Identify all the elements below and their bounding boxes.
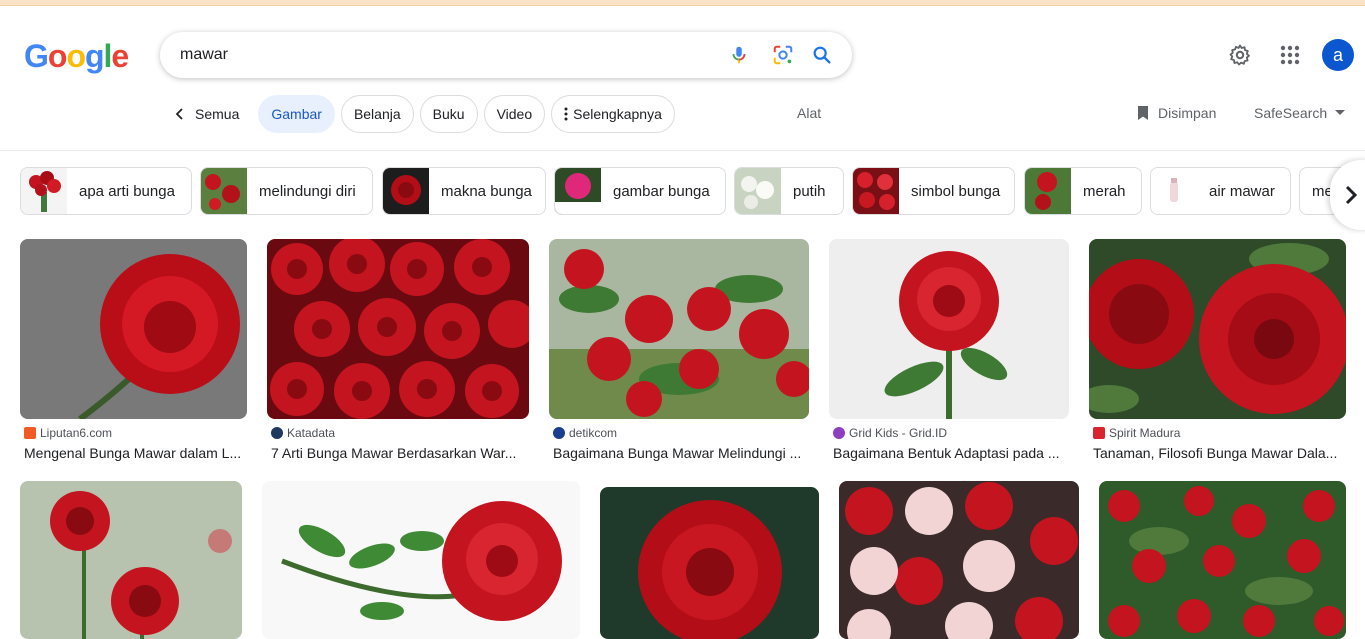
saved-label: Disimpan [1158, 105, 1217, 121]
chip-label: makna bunga [441, 182, 532, 200]
search-input[interactable] [180, 44, 700, 66]
chip-gambar-bunga[interactable]: gambar bunga [554, 167, 726, 215]
result-source: Grid Kids - Grid.ID [833, 426, 947, 440]
chip-thumbnail [1151, 168, 1197, 214]
tab-images[interactable]: Gambar [258, 95, 335, 133]
tab-shopping-label: Belanja [353, 106, 401, 122]
result-image [839, 481, 1079, 639]
gear-icon[interactable] [1228, 43, 1252, 67]
chip-melindungi-diri[interactable]: melindungi diri [200, 167, 373, 215]
tab-shopping[interactable]: Belanja [340, 95, 414, 133]
result-source-label: Liputan6.com [40, 426, 113, 440]
more-vert-icon [564, 107, 568, 121]
chip-apa-arti-bunga[interactable]: apa arti bunga [20, 167, 192, 215]
chevron-left-icon [175, 108, 183, 120]
favicon-icon [1093, 427, 1105, 439]
tab-videos[interactable]: Video [483, 95, 546, 133]
result-image [20, 481, 242, 639]
result-image [267, 239, 529, 419]
result-image [1089, 239, 1346, 419]
result-title[interactable]: Bagaimana Bunga Mawar Melindungi ... [553, 445, 809, 461]
result-source: detikcom [553, 426, 617, 440]
result-image [600, 487, 819, 639]
chip-label: merah [1083, 182, 1126, 200]
result-image [549, 239, 809, 419]
chip-thumbnail [853, 168, 899, 214]
chip-label: gambar bunga [613, 182, 710, 200]
tab-more-label: Selengkapnya [573, 106, 662, 122]
tab-images-label: Gambar [271, 106, 322, 122]
safesearch-button[interactable]: SafeSearch [1254, 105, 1346, 121]
chip-label: melindungi diri [259, 182, 356, 200]
chip-thumbnail [555, 168, 601, 214]
saved-button[interactable]: Disimpan [1136, 105, 1216, 121]
result-source-label: detikcom [569, 426, 618, 440]
result-title[interactable]: 7 Arti Bunga Mawar Berdasarkan War... [271, 445, 529, 461]
chip-label: apa arti bunga [79, 182, 175, 200]
search-box [160, 32, 852, 78]
favicon-icon [833, 427, 845, 439]
mic-icon[interactable] [728, 44, 750, 66]
chip-air-mawar[interactable]: air mawar [1150, 167, 1291, 215]
result-image [262, 481, 580, 639]
header-divider [0, 150, 1365, 151]
tab-all[interactable]: Semua [160, 95, 252, 133]
result-title[interactable]: Tanaman, Filosofi Bunga Mawar Dala... [1093, 445, 1346, 461]
result-source: Liputan6.com [24, 426, 112, 440]
tab-books-label: Buku [432, 106, 465, 122]
tab-all-label: Semua [195, 106, 240, 122]
result-source-label: Spirit Madura [1109, 426, 1181, 440]
result-title[interactable]: Bagaimana Bentuk Adaptasi pada ... [833, 445, 1069, 461]
result-source: Spirit Madura [1093, 426, 1180, 440]
chip-thumbnail [201, 168, 247, 214]
lens-icon[interactable] [772, 44, 794, 66]
tools-button[interactable]: Alat [797, 105, 821, 121]
account-avatar[interactable]: a [1322, 39, 1354, 71]
chip-thumbnail [21, 168, 67, 214]
chip-label: putih [793, 182, 826, 200]
caret-down-icon [1335, 110, 1346, 115]
tab-more[interactable]: Selengkapnya [551, 95, 675, 133]
chevron-right-icon [1345, 185, 1358, 205]
tab-books[interactable]: Buku [419, 95, 478, 133]
chip-makna-bunga[interactable]: makna bunga [382, 167, 546, 215]
result-source-label: Katadata [287, 426, 336, 440]
result-image [829, 239, 1069, 419]
chip-simbol-bunga[interactable]: simbol bunga [852, 167, 1015, 215]
chip-thumbnail [1025, 168, 1071, 214]
bookmark-icon [1138, 106, 1148, 120]
chip-putih[interactable]: putih [734, 167, 844, 215]
result-title[interactable]: Mengenal Bunga Mawar dalam L... [24, 445, 247, 461]
favicon-icon [24, 427, 36, 439]
safesearch-label: SafeSearch [1254, 105, 1328, 121]
related-chips: apa arti bunga melindungi diri makna bun… [20, 167, 1365, 215]
top-notification-strip [0, 0, 1365, 6]
search-tabs: Semua Gambar Belanja Buku Video Selengka… [160, 95, 681, 133]
result-image [1099, 481, 1346, 639]
chip-thumbnail [383, 168, 429, 214]
chip-thumbnail [735, 168, 781, 214]
tab-videos-label: Video [496, 106, 533, 122]
chip-merah[interactable]: merah [1024, 167, 1142, 215]
favicon-icon [271, 427, 283, 439]
chip-label: air mawar [1209, 182, 1275, 200]
apps-grid-icon[interactable] [1280, 45, 1300, 65]
search-icon[interactable] [811, 44, 833, 66]
google-logo[interactable]: Google [24, 38, 129, 75]
result-image [20, 239, 247, 419]
chip-label: simbol bunga [911, 182, 1001, 200]
result-source: Katadata [271, 426, 335, 440]
favicon-icon [553, 427, 565, 439]
result-source-label: Grid Kids - Grid.ID [849, 426, 948, 440]
